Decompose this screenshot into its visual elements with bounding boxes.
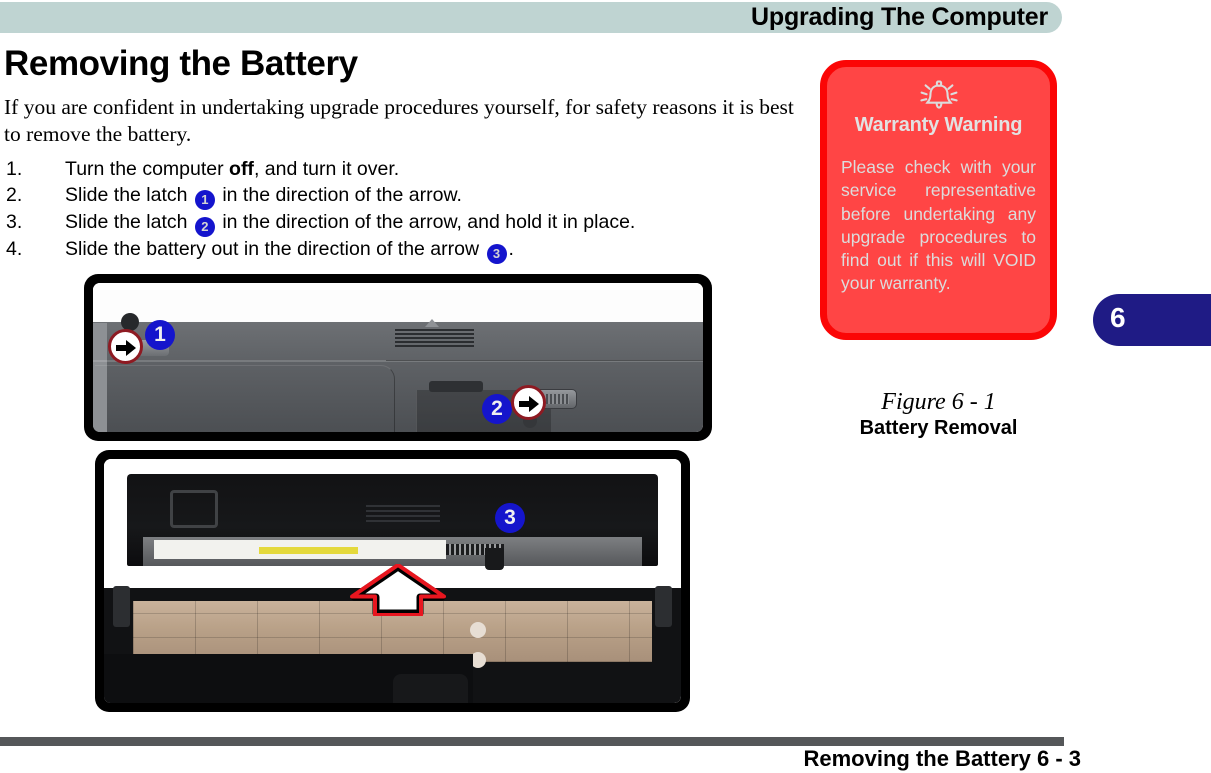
chapter-tab[interactable]: 6 <box>1093 294 1211 346</box>
warranty-warning-title: Warranty Warning <box>854 114 1023 136</box>
footer-rule <box>0 737 1064 746</box>
inline-callout-badge: 2 <box>194 216 215 237</box>
procedure-step-text: Slide the latch <box>65 183 193 206</box>
procedure-step-text: Turn the computer <box>65 158 230 180</box>
right-arrow-icon <box>511 385 546 420</box>
inline-callout-badge: 3 <box>486 243 507 264</box>
page-title: Removing the Battery <box>4 44 358 83</box>
procedure-step-list: 1. Turn the computer off, and turn it ove… <box>4 157 804 264</box>
procedure-step-text: . <box>508 237 514 260</box>
procedure-step-text: in the direction of the arrow. <box>216 183 462 206</box>
procedure-step: 1. Turn the computer off, and turn it ove… <box>4 157 804 183</box>
procedure-step-number: 4. <box>6 237 23 260</box>
warranty-warning-box: Warranty Warning Please check with your … <box>820 60 1057 340</box>
figure-caption-title: Battery Removal <box>859 417 1018 439</box>
bell-icon <box>841 79 1036 113</box>
chapter-tab-number: 6 <box>1110 302 1126 333</box>
procedure-step-number: 1. <box>6 158 23 180</box>
procedure-step-number: 2. <box>6 183 23 206</box>
procedure-step-emphasis: off <box>229 158 254 180</box>
figure-photo-latches-image <box>93 283 703 432</box>
callout-badge-3: 3 <box>495 503 525 533</box>
procedure-step: 3. Slide the latch 2 in the direction of … <box>4 210 804 237</box>
main-content-column: Removing the Battery If you are confiden… <box>4 44 804 264</box>
figure-photo-latches <box>84 274 712 441</box>
warranty-warning-body: Please check with your service represent… <box>841 157 1036 294</box>
running-header-bar: Upgrading The Computer <box>0 2 1062 33</box>
procedure-step-text: Slide the battery out in the direction o… <box>65 237 485 260</box>
procedure-step-text: Slide the latch <box>65 210 193 233</box>
procedure-step-text: , and turn it over. <box>253 158 400 180</box>
footer-text: Removing the Battery 6 - 3 <box>803 746 1081 771</box>
procedure-step-number: 3. <box>6 210 23 233</box>
figure-caption: Figure 6 - 1 Battery Removal <box>820 388 1057 440</box>
procedure-step-text: in the direction of the arrow, and hold … <box>216 210 636 233</box>
running-header-title: Upgrading The Computer <box>751 3 1048 31</box>
procedure-step: 2. Slide the latch 1 in the direction of … <box>4 183 804 210</box>
procedure-step: 4. Slide the battery out in the direction… <box>4 237 804 264</box>
right-arrow-icon <box>108 329 143 364</box>
callout-badge-2: 2 <box>482 394 512 424</box>
callout-badge-1: 1 <box>145 320 175 350</box>
figure-caption-number: Figure 6 - 1 <box>881 389 996 415</box>
up-arrow-icon <box>350 563 446 617</box>
inline-callout-badge: 1 <box>194 189 215 210</box>
intro-paragraph: If you are confident in undertaking upgr… <box>4 95 794 146</box>
